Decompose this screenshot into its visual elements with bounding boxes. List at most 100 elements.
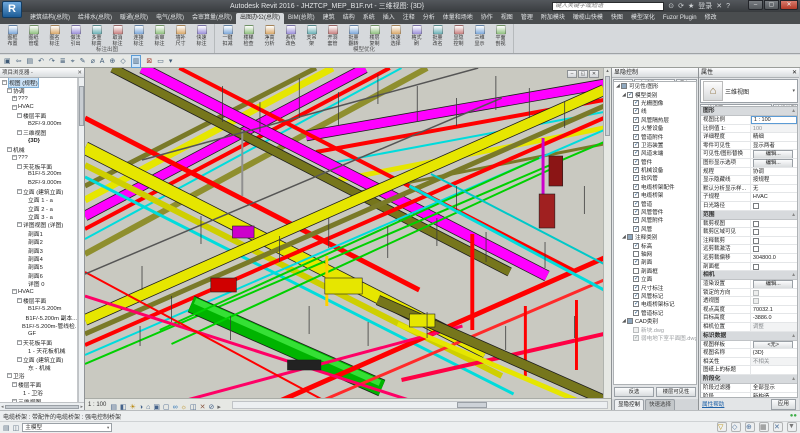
browser-tree-item[interactable]: −三维视图 (0, 128, 77, 136)
ribbon-button[interactable]: 图名标注 (44, 25, 65, 47)
ribbon-tab[interactable]: Fuzor Plugin (659, 13, 701, 24)
expand-icon[interactable]: − (17, 113, 22, 118)
ribbon-button[interactable]: 批量翻转 (343, 25, 364, 47)
qat-icon[interactable]: ✎ (80, 56, 86, 67)
checkbox[interactable] (627, 234, 633, 240)
visibility-tree-item[interactable]: 风管管件 (614, 208, 696, 216)
checkbox[interactable] (633, 335, 639, 341)
visibility-tree-item[interactable]: 风道末端 (614, 149, 696, 157)
status-icon[interactable]: ◫ (13, 424, 20, 432)
filter-icon[interactable]: ▼ (787, 422, 797, 432)
ribbon-tab[interactable]: 视图 (497, 13, 517, 24)
browser-tree-item[interactable]: −机械 (0, 145, 77, 153)
ribbon-tab[interactable]: 协作 (477, 13, 497, 24)
minimize-button[interactable]: – (748, 0, 763, 10)
view-window-button[interactable]: – (567, 70, 577, 78)
qat-icon[interactable]: ▤ (27, 56, 34, 67)
ribbon-button[interactable]: 多重标高 (86, 25, 107, 47)
ribbon-tab[interactable]: 出图办公(总院) (236, 13, 284, 24)
visibility-tree-item[interactable]: ◢模型类别 (614, 90, 696, 98)
browser-vertical-scrollbar[interactable] (78, 78, 84, 402)
qat-icon[interactable]: ≣ (60, 56, 66, 67)
checkbox[interactable] (753, 203, 759, 209)
maximize-button[interactable]: ▢ (764, 0, 779, 10)
viewport-vertical-scrollbar[interactable]: ▴ (603, 68, 611, 398)
expand-icon[interactable]: − (7, 373, 12, 378)
visibility-tree-item[interactable]: 剖面框 (614, 267, 696, 275)
browser-tree-item[interactable]: B1F/-5.200m (0, 170, 77, 178)
visibility-tree-item[interactable]: ◢可见性/图形 (614, 82, 696, 90)
expand-icon[interactable]: − (17, 357, 22, 362)
close-icon[interactable]: ✕ (77, 68, 82, 77)
workset-combo[interactable]: 主模型▾ (22, 423, 112, 432)
model-canvas[interactable] (85, 68, 604, 398)
qat-icon[interactable]: ⊠ (146, 56, 152, 67)
qat-icon[interactable]: ▥ (131, 55, 142, 68)
filter-icon[interactable]: ⊕ (745, 422, 755, 432)
ribbon-tab[interactable]: 建筑结构(总院) (26, 13, 74, 24)
checkbox[interactable] (633, 327, 639, 333)
ribbon-button[interactable]: 做法引出 (65, 25, 86, 47)
checkbox[interactable] (633, 301, 639, 307)
browser-tree-item[interactable]: −楼层平面 (0, 296, 77, 304)
ribbon-button[interactable]: 墙补尺寸 (170, 25, 191, 47)
ribbon-button[interactable]: 快速标注 (191, 25, 212, 47)
checkbox[interactable] (627, 92, 633, 98)
qat-icon[interactable]: A (100, 56, 105, 67)
checkbox[interactable] (633, 209, 639, 215)
visibility-tree-item[interactable]: 轴网 (614, 250, 696, 258)
expand-icon[interactable]: − (17, 222, 22, 227)
checkbox[interactable] (633, 293, 639, 299)
visibility-tree-item[interactable]: 管道标记 (614, 309, 696, 317)
close-button[interactable]: ✕ (780, 0, 798, 10)
property-value[interactable]: 显示两者 (751, 142, 797, 150)
visibility-tree-item[interactable]: 管件 (614, 158, 696, 166)
visibility-tree-item[interactable]: 机械设备 (614, 166, 696, 174)
sign-in-button[interactable]: 登录 (698, 2, 712, 11)
viewport-horizontal-scrollbar[interactable] (232, 401, 608, 409)
qat-icon[interactable]: ⌖ (71, 56, 75, 67)
visibility-tree-item[interactable]: ◢注释类别 (614, 233, 696, 241)
visibility-tree-item[interactable]: 立面 (614, 275, 696, 283)
expand-icon[interactable]: − (2, 80, 7, 85)
a360-icon[interactable]: ✕ (716, 2, 722, 11)
property-value[interactable] (751, 366, 797, 374)
ribbon-tab[interactable]: 橄榄山快模 (569, 13, 607, 24)
qat-icon[interactable]: ⌀ (91, 56, 95, 67)
filter-icon[interactable]: ◇ (731, 422, 741, 432)
browser-tree-item[interactable]: 详图 0 (0, 279, 77, 287)
checkbox[interactable] (753, 246, 759, 252)
apply-button[interactable]: 应用 (771, 399, 796, 410)
edit-button[interactable]: 编辑... (753, 280, 794, 288)
ribbon-tab[interactable]: 体量和场地 (439, 13, 477, 24)
visibility-tree-item[interactable]: 风管标记 (614, 292, 696, 300)
qat-icon[interactable]: ↶ (38, 56, 44, 67)
browser-tree-item[interactable]: {3D} (0, 137, 77, 145)
property-section-header[interactable]: 范围▴ (701, 211, 797, 220)
visibility-tree-item[interactable]: 火警设备 (614, 124, 696, 132)
visibility-tree-item[interactable]: 电缆桥架标记 (614, 300, 696, 308)
visibility-tree-item[interactable]: 线 (614, 107, 696, 115)
checkbox[interactable] (621, 83, 627, 89)
filter-icon[interactable]: ▽ (717, 422, 727, 432)
properties-help-link[interactable]: 属性帮助 (702, 400, 724, 408)
ribbon-button[interactable]: 净高分析 (259, 25, 280, 47)
expand-icon[interactable]: − (7, 147, 12, 152)
ribbon-button[interactable]: 支吊架 (301, 25, 322, 47)
expand-icon[interactable]: − (17, 340, 22, 345)
ribbon-button[interactable]: 一键扣减 (217, 25, 238, 47)
checkbox[interactable] (633, 276, 639, 282)
checkbox[interactable] (633, 175, 639, 181)
ribbon-button[interactable]: 三维显示 (469, 25, 490, 47)
property-section-header[interactable]: 图形▴ (701, 107, 797, 116)
qat-icon[interactable]: ◇ (120, 56, 125, 67)
property-section-header[interactable]: 标识数据▴ (701, 332, 797, 341)
qat-icon[interactable]: ⇦ (16, 56, 22, 67)
qat-icon[interactable]: ▣ (4, 56, 11, 67)
ribbon-button[interactable]: 图纸管理 (23, 25, 44, 47)
ribbon-button[interactable]: 显隐控制 (448, 25, 469, 47)
ribbon-button[interactable]: 楼层复制 (364, 25, 385, 47)
search-icon[interactable]: ⊙ (668, 2, 674, 11)
checkbox[interactable] (633, 108, 639, 114)
checkbox[interactable] (633, 184, 639, 190)
